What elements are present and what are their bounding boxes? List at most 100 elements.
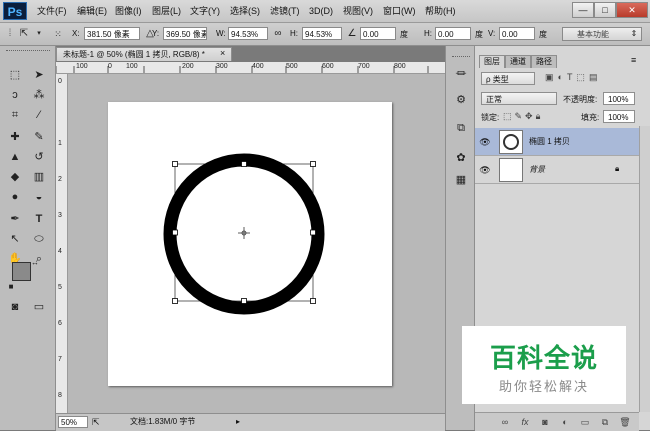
menu-select[interactable]: 选择(S) <box>230 4 260 18</box>
link-layers-icon[interactable]: ∞ <box>499 416 511 428</box>
properties-panel-icon[interactable]: ⚙ <box>453 92 469 108</box>
dropdown-arrow-icon[interactable]: ▾ <box>33 28 45 40</box>
angle-field[interactable]: 0.00 <box>360 27 396 40</box>
menu-3d[interactable]: 3D(D) <box>309 4 333 18</box>
move-tool-preset-icon[interactable]: ⇱ <box>18 28 30 40</box>
layer-row-background[interactable]: 👁︎ 背景 🔒︎ <box>475 156 639 184</box>
panel-menu-icon[interactable]: ≡ <box>631 55 636 65</box>
link-icon[interactable]: ∞ <box>272 28 284 40</box>
y-field[interactable]: 369.50 像素 <box>163 27 207 40</box>
swatches-panel-icon[interactable]: ✿ <box>453 150 469 166</box>
crop-tool-icon[interactable]: ⌗ <box>6 106 24 124</box>
tab-channels[interactable]: 通道 <box>505 55 531 68</box>
healing-brush-icon[interactable]: ✚ <box>6 128 24 146</box>
foreground-color-swatch[interactable] <box>12 262 31 281</box>
menu-help[interactable]: 帮助(H) <box>425 4 456 18</box>
eye-icon[interactable]: 👁︎ <box>479 164 491 176</box>
menu-image[interactable]: 图像(I) <box>115 4 142 18</box>
adjustment-layer-icon[interactable]: ◐ <box>559 416 571 428</box>
layers-scrollbar[interactable] <box>639 126 650 412</box>
w-field[interactable]: 94.53% <box>228 27 268 40</box>
menu-view[interactable]: 视图(V) <box>343 4 373 18</box>
path-selection-icon[interactable]: ↖ <box>6 230 24 248</box>
tab-layers[interactable]: 图层 <box>479 55 505 68</box>
reference-point-icon[interactable]: ⁙ <box>52 28 64 40</box>
menu-type[interactable]: 文字(Y) <box>190 4 220 18</box>
swap-colors-icon[interactable]: ↔ <box>30 258 40 268</box>
menu-edit[interactable]: 编辑(E) <box>77 4 107 18</box>
filter-icons[interactable]: ▣◐T⬚▤ <box>545 72 601 83</box>
new-layer-icon[interactable]: ⧉ <box>599 416 611 428</box>
new-group-icon[interactable]: ▭ <box>579 416 591 428</box>
clone-stamp-icon[interactable]: ▲ <box>6 148 24 166</box>
transform-handle[interactable] <box>172 161 178 167</box>
screen-mode-icon[interactable]: ▭ <box>30 298 48 316</box>
close-button[interactable]: ✕ <box>616 2 648 18</box>
eye-icon[interactable]: 👁︎ <box>479 136 491 148</box>
move-tool-icon[interactable]: ➤ <box>30 66 48 84</box>
transform-handle[interactable] <box>310 298 316 304</box>
transform-handle[interactable] <box>172 298 178 304</box>
grid-panel-icon[interactable]: ▦ <box>453 172 469 188</box>
transform-handle[interactable] <box>241 161 247 167</box>
marquee-tool-icon[interactable]: ⬚ <box>6 66 24 84</box>
layer-name[interactable]: 背景 <box>529 164 545 175</box>
photoshop-logo: Ps <box>3 2 27 20</box>
document-tab-close-icon[interactable]: × <box>220 48 225 58</box>
transform-handle[interactable] <box>172 229 178 236</box>
gradient-tool-icon[interactable]: ▥ <box>30 168 48 186</box>
add-mask-icon[interactable]: ◙ <box>539 416 551 428</box>
history-brush-icon[interactable]: ↺ <box>30 148 48 166</box>
layer-filter-select[interactable]: ρ 类型 <box>481 72 535 85</box>
dodge-tool-icon[interactable]: ◒ <box>30 188 48 206</box>
fill-field[interactable]: 100% <box>603 110 635 123</box>
transform-handle[interactable] <box>241 298 247 304</box>
info-panel-icon[interactable]: ⧉ <box>453 120 469 136</box>
vskew-field[interactable]: 0.00 <box>499 27 535 40</box>
h-field[interactable]: 94.53% <box>302 27 342 40</box>
menu-bar: Ps 文件(F) 编辑(E) 图像(I) 图层(L) 文字(Y) 选择(S) 滤… <box>0 0 650 23</box>
eraser-icon[interactable]: ◆ <box>6 168 24 186</box>
menu-window[interactable]: 窗口(W) <box>383 4 416 18</box>
ruler-left-label: 4 <box>58 248 62 255</box>
fx-icon[interactable]: fx <box>519 416 531 428</box>
lock-icons[interactable]: ⬚✎✥🔒︎ <box>503 111 543 122</box>
ellipse-tool-icon[interactable]: ⬭ <box>30 230 48 248</box>
blend-mode-select[interactable]: 正常 <box>481 92 557 105</box>
layer-name[interactable]: 椭圆 1 拷贝 <box>529 136 570 147</box>
layers-footer: ∞ fx ◙ ◐ ▭ ⧉ 🗑︎ <box>475 412 639 431</box>
menu-layer[interactable]: 图层(L) <box>152 4 181 18</box>
menu-file[interactable]: 文件(F) <box>37 4 67 18</box>
w-label: W: <box>216 29 226 38</box>
document-tab[interactable]: 未标题-1 @ 50% (椭圆 1 拷贝, RGB/8) * <box>56 47 232 61</box>
hskew-field[interactable]: 0.00 <box>435 27 471 40</box>
transform-center-icon[interactable] <box>238 227 250 239</box>
brush-tool-icon[interactable]: ✎ <box>30 128 48 146</box>
opacity-field[interactable]: 100% <box>603 92 635 105</box>
restore-button[interactable]: □ <box>594 2 616 18</box>
ruler-left-label: 6 <box>58 320 62 327</box>
chevron-down-icon[interactable]: ⇕ <box>628 28 640 40</box>
magic-wand-icon[interactable]: ⁂ <box>30 86 48 104</box>
history-panel-icon[interactable]: ⏛ <box>453 66 469 82</box>
x-field[interactable]: 381.50 像素 <box>84 27 140 40</box>
layer-row-ellipse-copy[interactable]: 👁︎ 椭圆 1 拷贝 <box>475 128 639 156</box>
quick-mask-icon[interactable]: ◙ <box>6 298 24 316</box>
blur-tool-icon[interactable]: ● <box>6 188 24 206</box>
default-colors-icon[interactable]: ■ <box>6 282 16 292</box>
transform-handle[interactable] <box>310 229 316 236</box>
minimize-button[interactable]: — <box>572 2 594 18</box>
document-canvas[interactable] <box>108 102 392 386</box>
menu-filter[interactable]: 滤镜(T) <box>270 4 300 18</box>
zoom-field[interactable]: 50% <box>58 416 88 428</box>
lasso-tool-icon[interactable]: ↄ <box>6 86 24 104</box>
type-tool-icon[interactable]: T <box>30 210 48 228</box>
transform-handle[interactable] <box>310 161 316 167</box>
delete-layer-icon[interactable]: 🗑︎ <box>619 416 631 428</box>
status-info-icon[interactable]: ⇱ <box>92 414 100 430</box>
tab-paths[interactable]: 路径 <box>531 55 557 68</box>
status-menu-arrow-icon[interactable]: ▸ <box>236 414 240 430</box>
eyedropper-icon[interactable]: ⁄ <box>30 106 48 124</box>
h-label: H: <box>290 29 298 38</box>
pen-tool-icon[interactable]: ✒ <box>6 210 24 228</box>
